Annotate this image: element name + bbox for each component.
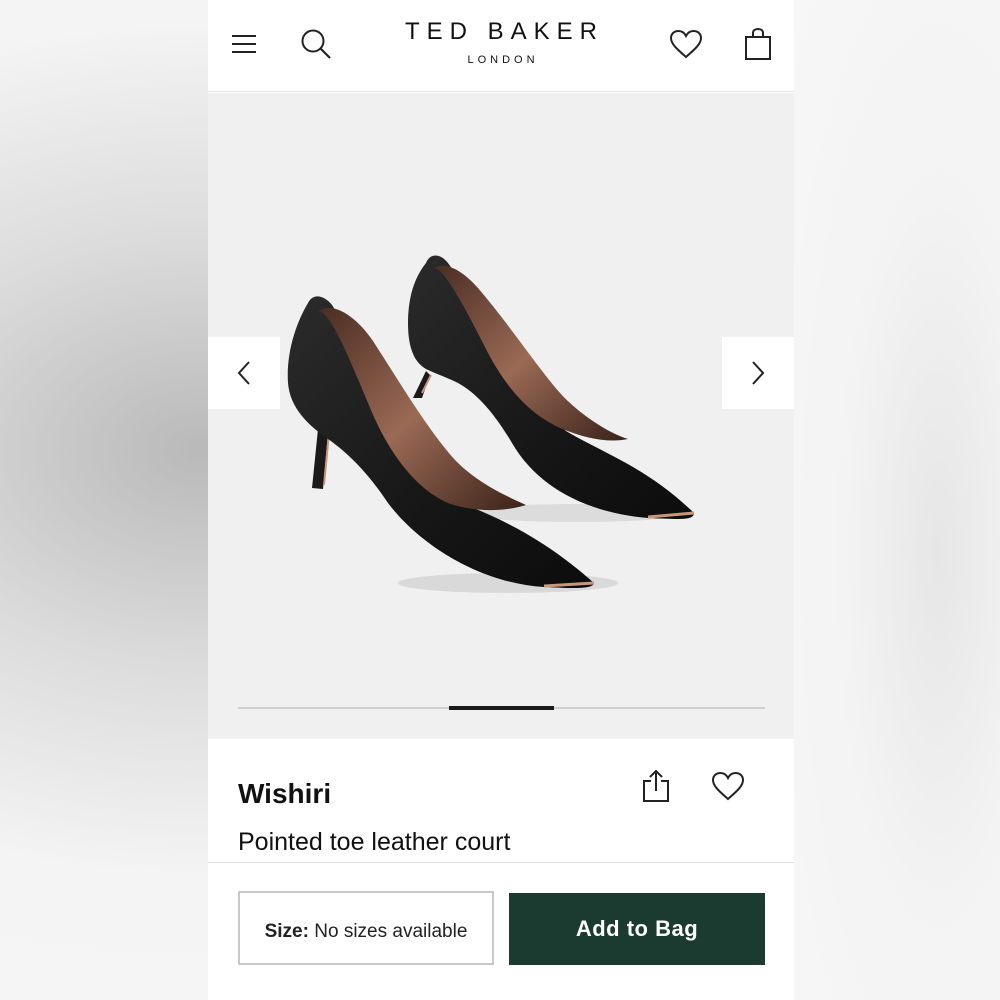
share-icon xyxy=(643,769,669,802)
bag-button[interactable] xyxy=(736,22,780,66)
chevron-right-icon xyxy=(752,361,765,385)
carousel-progress-indicator xyxy=(448,706,555,710)
heart-icon xyxy=(669,29,703,59)
size-selector-text: Size: No sizes available xyxy=(265,916,468,948)
search-button[interactable] xyxy=(294,22,338,66)
heart-icon xyxy=(711,771,745,801)
next-image-button[interactable] xyxy=(722,337,794,409)
product-image xyxy=(287,255,695,593)
menu-icon xyxy=(232,35,256,53)
add-to-bag-button[interactable]: Add to Bag xyxy=(509,893,765,965)
menu-button[interactable] xyxy=(222,22,266,66)
mobile-screen: TED BAKER LONDON Wishiri Pointed toe lea… xyxy=(208,0,794,1000)
site-header: TED BAKER LONDON xyxy=(208,0,794,92)
share-button[interactable] xyxy=(636,766,676,806)
carousel-progress-bar xyxy=(238,706,765,710)
product-image-carousel[interactable] xyxy=(208,93,794,739)
search-icon xyxy=(301,29,331,59)
size-label: Size: xyxy=(264,921,309,942)
brand-subtitle: LONDON xyxy=(467,54,539,66)
purchase-bar: Size: No sizes available Add to Bag xyxy=(208,862,794,1000)
bag-icon xyxy=(745,27,771,60)
product-info: Wishiri Pointed toe leather court xyxy=(208,740,794,862)
brand-logo[interactable]: TED BAKER LONDON xyxy=(388,18,614,66)
background-right xyxy=(794,0,1000,1000)
size-value: No sizes available xyxy=(314,921,468,942)
add-to-wishlist-button[interactable] xyxy=(708,766,748,806)
wishlist-button[interactable] xyxy=(664,22,708,66)
product-description: Pointed toe leather court xyxy=(238,828,511,856)
product-name: Wishiri xyxy=(238,778,332,809)
size-selector[interactable]: Size: No sizes available xyxy=(238,891,494,965)
previous-image-button[interactable] xyxy=(208,337,280,409)
brand-name: TED BAKER xyxy=(404,18,605,45)
chevron-left-icon xyxy=(237,361,250,385)
